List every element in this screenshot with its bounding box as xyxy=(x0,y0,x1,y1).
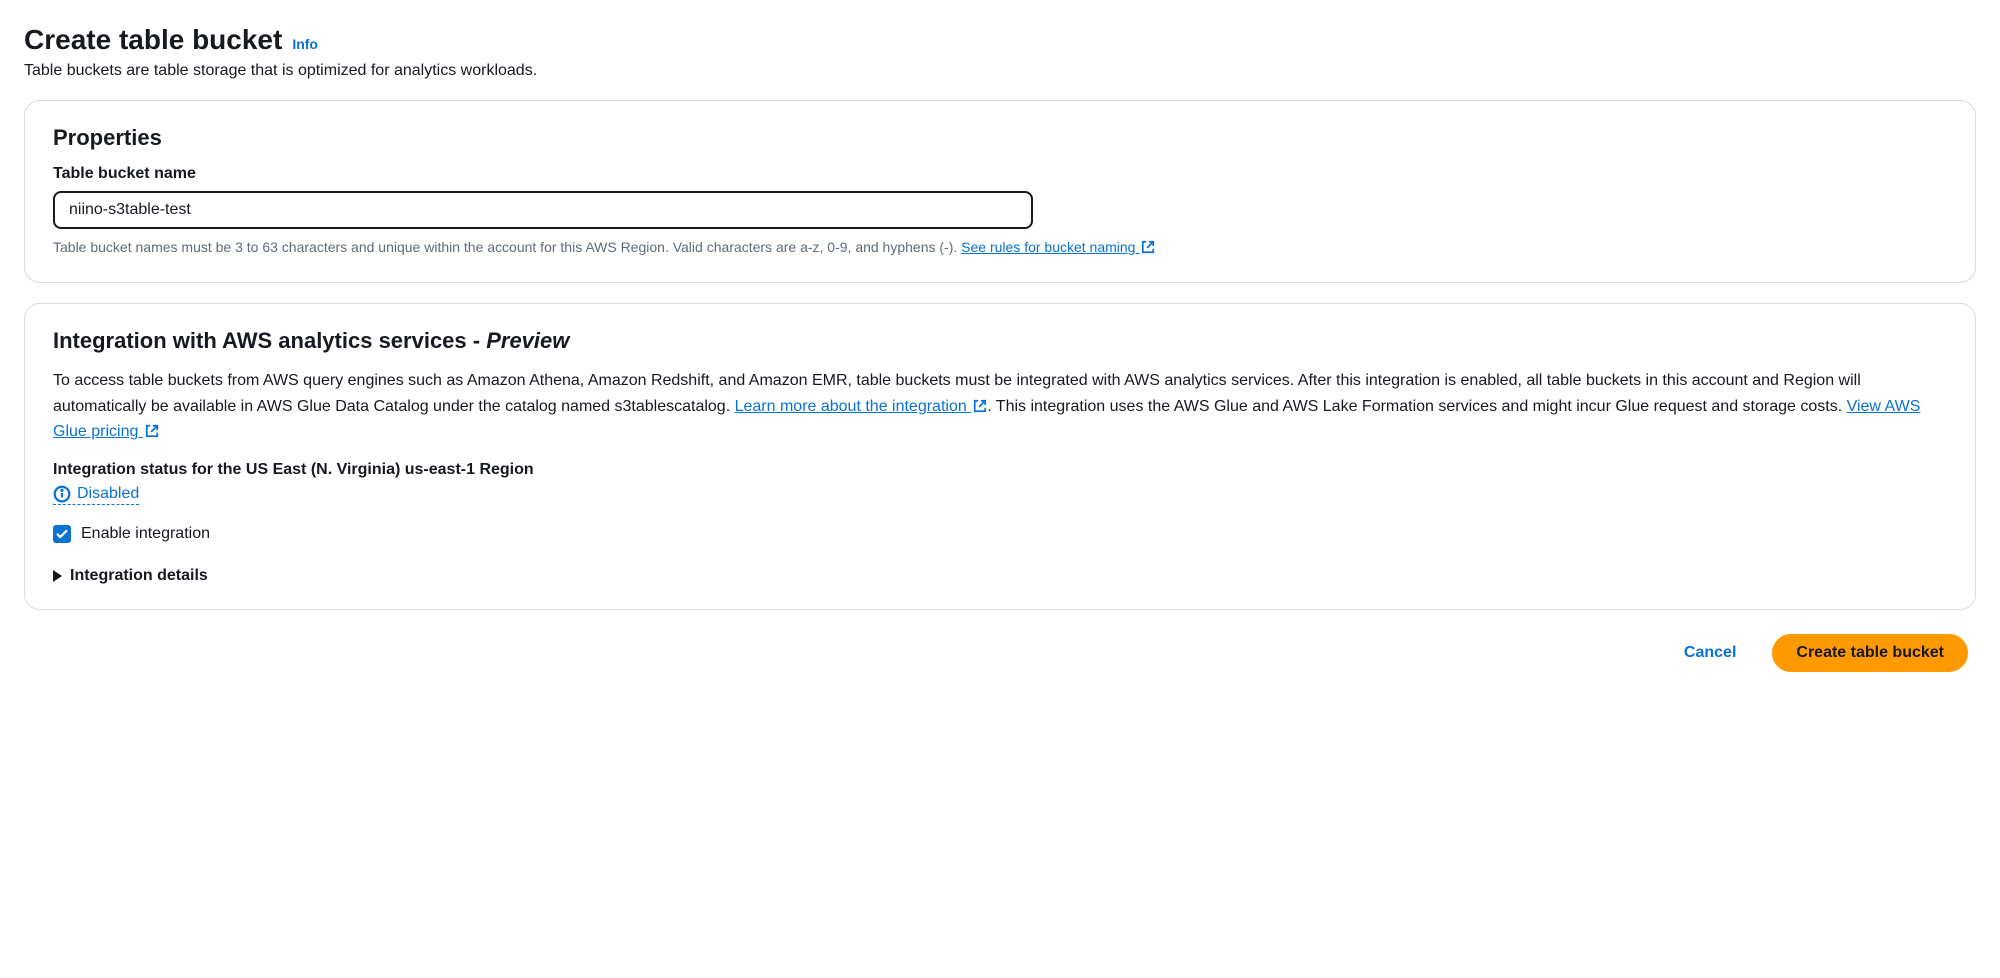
bucket-name-hint: Table bucket names must be 3 to 63 chara… xyxy=(53,237,1947,258)
page-title-row: Create table bucket Info xyxy=(24,24,1976,56)
integration-details-label: Integration details xyxy=(70,567,208,585)
bucket-name-label: Table bucket name xyxy=(53,165,1947,183)
bucket-name-input[interactable] xyxy=(53,191,1033,229)
external-link-icon xyxy=(145,424,159,438)
external-link-icon xyxy=(1141,240,1155,254)
integration-status-label: Integration status for the US East (N. V… xyxy=(53,461,1947,479)
info-icon xyxy=(53,485,71,503)
info-link[interactable]: Info xyxy=(292,36,318,52)
properties-panel: Properties Table bucket name Table bucke… xyxy=(24,100,1976,283)
hint-text: Table bucket names must be 3 to 63 chara… xyxy=(53,239,961,255)
properties-heading: Properties xyxy=(53,125,1947,151)
bucket-naming-rules-link[interactable]: See rules for bucket naming xyxy=(961,239,1155,255)
action-bar: Cancel Create table bucket xyxy=(24,630,1976,676)
enable-integration-label: Enable integration xyxy=(81,525,210,543)
check-icon xyxy=(55,527,69,541)
create-table-bucket-button[interactable]: Create table bucket xyxy=(1772,634,1968,672)
cancel-button[interactable]: Cancel xyxy=(1660,634,1760,672)
integration-status-value[interactable]: Disabled xyxy=(53,485,139,505)
learn-more-integration-link[interactable]: Learn more about the integration xyxy=(735,398,988,415)
integration-heading: Integration with AWS analytics services … xyxy=(53,328,1947,354)
integration-description: To access table buckets from AWS query e… xyxy=(53,368,1947,445)
external-link-icon xyxy=(973,399,987,413)
page-description: Table buckets are table storage that is … xyxy=(24,62,1976,80)
page-header: Create table bucket Info Table buckets a… xyxy=(24,24,1976,80)
preview-badge: Preview xyxy=(486,328,569,353)
integration-details-expander[interactable]: Integration details xyxy=(53,567,1947,585)
enable-integration-row: Enable integration xyxy=(53,525,1947,543)
caret-right-icon xyxy=(53,570,62,582)
integration-panel: Integration with AWS analytics services … xyxy=(24,303,1976,610)
page-title: Create table bucket xyxy=(24,24,282,56)
enable-integration-checkbox[interactable] xyxy=(53,525,71,543)
